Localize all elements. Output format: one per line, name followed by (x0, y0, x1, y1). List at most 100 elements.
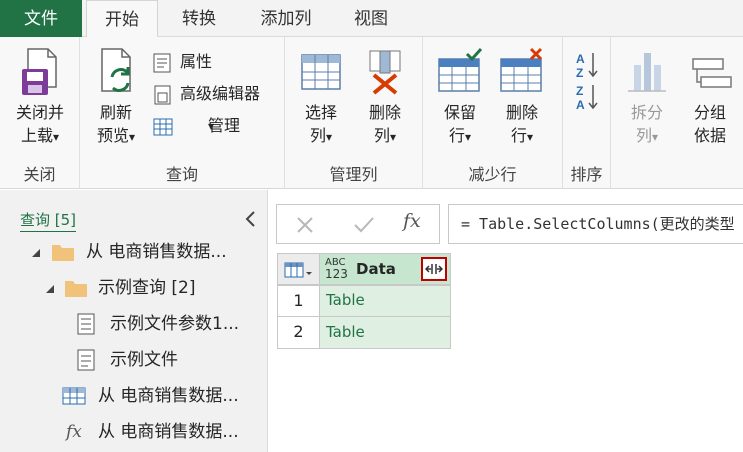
group-by-label-2: 依据 (693, 126, 726, 145)
row-number[interactable]: 2 (277, 316, 320, 349)
caret: ▾ (464, 130, 472, 144)
row-number[interactable]: 1 (277, 285, 320, 317)
close-and-load-button[interactable]: 关闭并 上载▾ (2, 47, 78, 149)
group-manage-columns-label: 管理列 (329, 165, 378, 184)
formula-input[interactable]: = Table.SelectColumns(更改的类型 (448, 204, 743, 244)
keep-rows-button[interactable]: 保留 行▾ (431, 47, 489, 149)
svg-text:A: A (576, 98, 585, 111)
svg-text:Z: Z (576, 66, 583, 79)
type-indicator-bottom: 123 (325, 267, 348, 281)
group-sort-label: 排序 (570, 165, 603, 184)
sort-ascending-icon: A Z (576, 52, 598, 79)
tab-transform[interactable]: 转换 (168, 0, 230, 37)
remove-rows-label-2: 行 (510, 126, 527, 145)
expand-triangle-icon[interactable] (32, 248, 42, 258)
tab-home[interactable]: 开始 (86, 0, 158, 38)
function-icon: fx (66, 422, 82, 442)
split-column-button[interactable]: 拆分 列▾ (618, 47, 676, 149)
commit-icon[interactable] (353, 215, 375, 235)
sort-descending-button[interactable]: Z A (573, 83, 601, 111)
group-query: 刷新 预览▾ 属性 高级编辑器 管理 ▾ 查询 (80, 37, 285, 189)
group-sort: A Z Z A 排序 (563, 37, 611, 189)
column-header-data[interactable]: ABC 123 Data (319, 253, 451, 285)
close-load-icon (22, 48, 57, 95)
expand-arrows-icon (425, 264, 443, 274)
formula-controls: fx (276, 204, 440, 244)
table-cell[interactable]: Table (319, 316, 451, 349)
collapse-pane-icon[interactable] (243, 210, 257, 228)
column-name: Data (356, 260, 396, 278)
tab-file[interactable]: 文件 (0, 0, 82, 37)
group-close: 关闭并 上载▾ 关闭 (0, 37, 80, 189)
remove-columns-button[interactable]: 删除 列▾ (357, 47, 413, 149)
split-column-label-1: 拆分 (630, 103, 663, 122)
properties-icon (153, 53, 171, 73)
advanced-editor-icon (154, 85, 171, 105)
query-name: 示例文件 (110, 350, 178, 370)
expand-triangle-icon[interactable] (46, 284, 56, 294)
group-reduce-rows-label: 减少行 (468, 165, 517, 184)
group-by-icon (692, 58, 732, 88)
table-cell[interactable]: Table (319, 285, 451, 317)
svg-text:Z: Z (576, 84, 583, 98)
query-name: 从 电商销售数据... (86, 242, 227, 262)
caret: ▾ (52, 130, 60, 144)
split-column-icon (628, 53, 666, 92)
file-icon (77, 349, 95, 371)
remove-rows-label-1: 删除 (505, 103, 538, 122)
insert-function-icon[interactable]: fx (403, 210, 421, 232)
table-menu-icon (284, 262, 312, 278)
remove-columns-label-1: 删除 (368, 103, 401, 122)
group-reduce-rows: 保留 行▾ 删除 行▾ 减少行 (423, 37, 563, 189)
query-name: 从 电商销售数据... (98, 386, 239, 406)
expand-column-button[interactable] (421, 257, 447, 281)
remove-rows-button[interactable]: 删除 行▾ (493, 47, 551, 149)
remove-columns-icon (369, 50, 401, 95)
sort-descending-icon: Z A (576, 84, 598, 111)
folder-icon (52, 245, 74, 261)
parameter-icon (77, 313, 95, 335)
close-load-label-2: 上载 (20, 126, 53, 145)
choose-columns-label-2: 列 (309, 126, 326, 145)
remove-columns-label-2: 列 (373, 126, 390, 145)
caret: ▾ (325, 130, 333, 144)
table-manage-icon (153, 118, 173, 136)
advanced-editor-label: 高级编辑器 (180, 84, 261, 103)
caret: ▾ (651, 130, 659, 144)
cancel-icon[interactable] (295, 215, 315, 235)
group-query-label: 查询 (165, 165, 198, 184)
sort-ascending-button[interactable]: A Z (573, 51, 601, 79)
properties-label: 属性 (180, 52, 213, 71)
refresh-icon (101, 48, 131, 92)
keep-rows-icon (438, 47, 483, 92)
tab-add-column[interactable]: 添加列 (246, 0, 326, 37)
group-close-label: 关闭 (23, 165, 56, 184)
ribbon: 关闭并 上载▾ 关闭 刷新 预览▾ 属性 高级编辑器 管理 ▾ 查询 选择 列▾… (0, 37, 743, 189)
choose-columns-label-1: 选择 (304, 103, 337, 122)
query-name: 从 电商销售数据... (98, 422, 239, 442)
folder-icon (65, 281, 87, 297)
query-name: 示例查询 [2] (98, 278, 196, 298)
split-column-label-2: 列 (635, 126, 652, 145)
group-manage-columns: 选择 列▾ 删除 列▾ 管理列 (285, 37, 423, 189)
queries-pane: 查询 [5] 从 电商销售数据... 示例查询 [2] 示例文件参数1... 示… (0, 190, 268, 452)
queries-header[interactable]: 查询 [5] (20, 211, 77, 232)
tab-view[interactable]: 视图 (340, 0, 402, 37)
group-by-button[interactable]: 分组 依据 (682, 47, 738, 147)
refresh-preview-button[interactable]: 刷新 预览▾ (86, 47, 146, 149)
choose-columns-button[interactable]: 选择 列▾ (293, 47, 349, 149)
choose-columns-icon (301, 54, 341, 90)
caret: ▾ (208, 119, 215, 133)
ribbon-tabs: 文件 开始 转换 添加列 视图 (0, 0, 743, 38)
caret: ▾ (389, 130, 397, 144)
table-icon (62, 387, 86, 405)
group-by-label-1: 分组 (693, 103, 726, 122)
keep-rows-label-1: 保留 (443, 103, 476, 122)
table-menu-button[interactable] (277, 253, 320, 285)
query-name: 示例文件参数1... (110, 314, 240, 334)
close-load-label-1: 关闭并 (15, 103, 64, 122)
refresh-label-2: 预览 (96, 126, 129, 145)
caret: ▾ (128, 130, 136, 144)
keep-rows-label-2: 行 (448, 126, 465, 145)
svg-text:A: A (576, 52, 585, 66)
